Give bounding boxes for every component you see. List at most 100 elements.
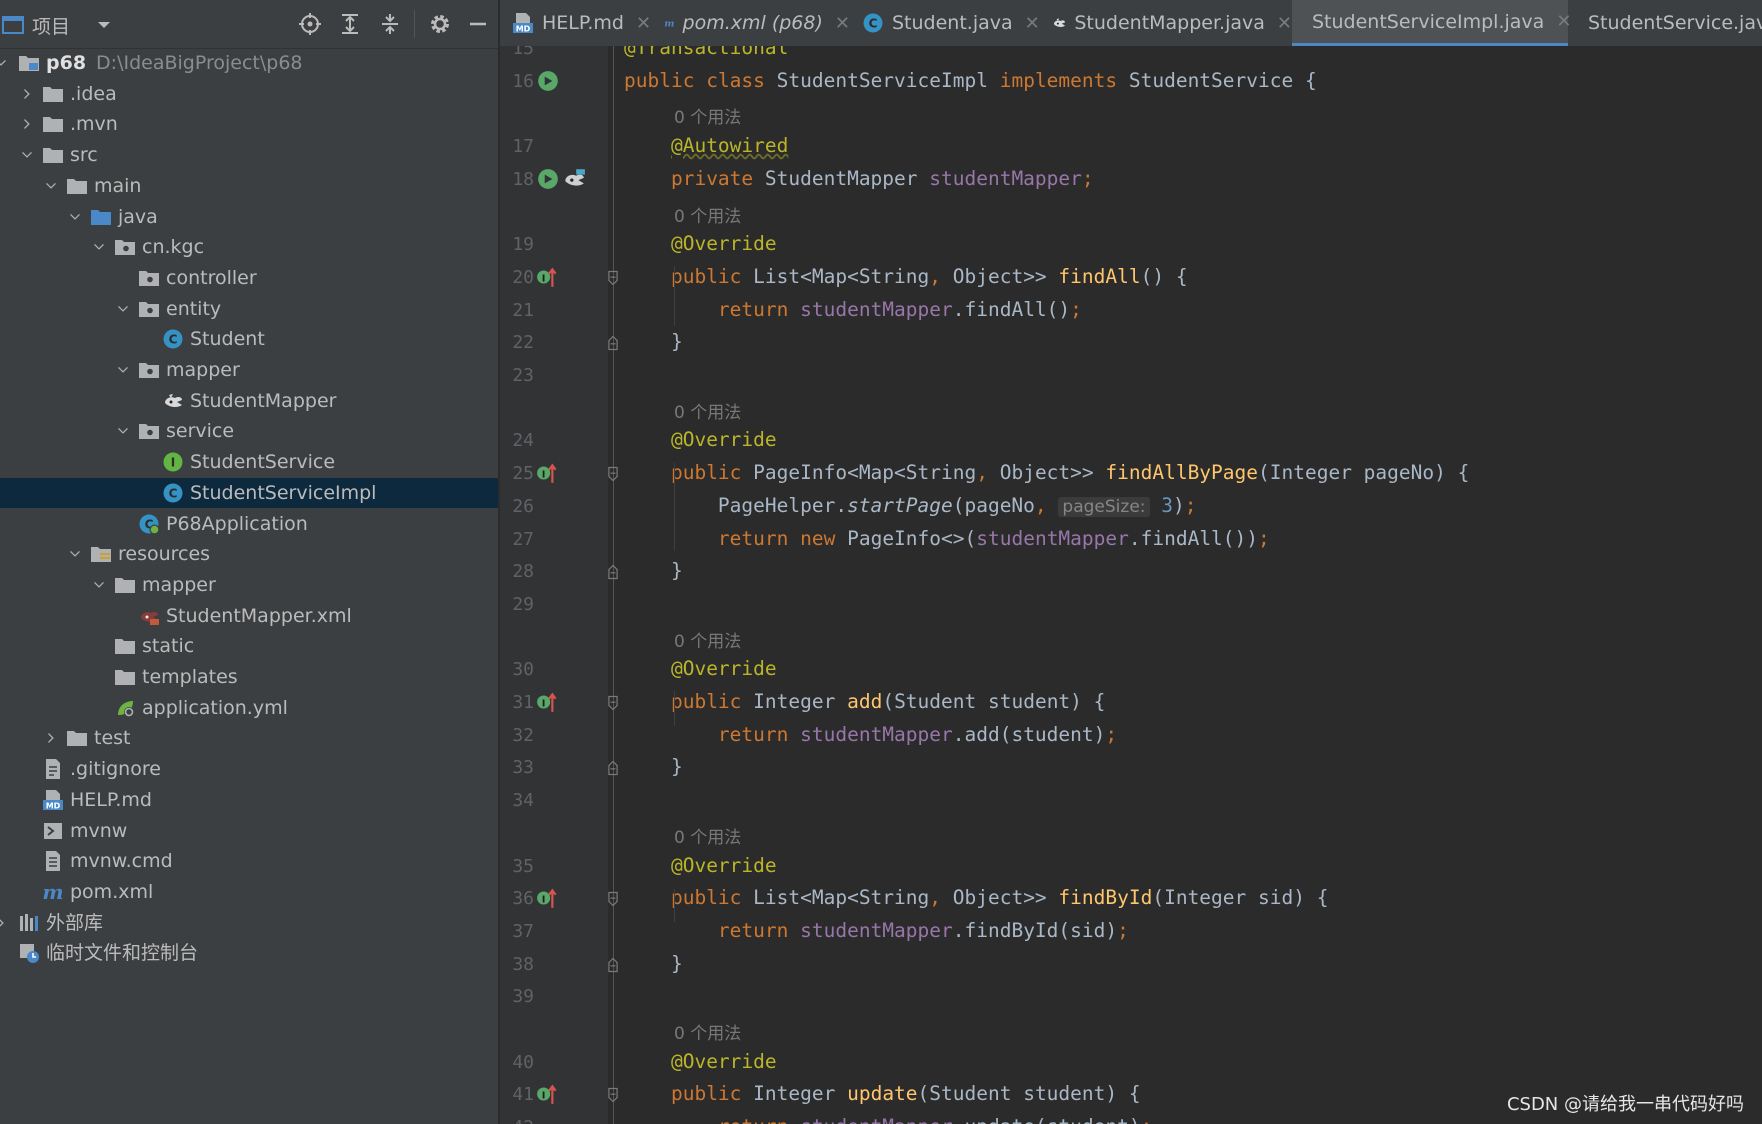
code-line[interactable]: return studentMapper.add(student);: [624, 723, 1117, 746]
chevron-down-icon[interactable]: [44, 179, 58, 193]
code-line[interactable]: @Override: [624, 657, 777, 680]
implements-method-icon[interactable]: I: [536, 1082, 560, 1106]
usage-hint[interactable]: 0 个用法: [674, 823, 741, 848]
expand-all-icon[interactable]: [338, 12, 362, 36]
tree-item[interactable]: 外部库: [0, 908, 498, 938]
chevron-right-icon[interactable]: [20, 117, 34, 131]
code-line[interactable]: return studentMapper.findById(sid);: [624, 919, 1129, 942]
code-line[interactable]: @Autowired: [624, 134, 788, 157]
implements-method-icon[interactable]: I: [536, 886, 560, 910]
tree-item[interactable]: cn.kgc: [0, 232, 498, 262]
tree-item[interactable]: mvnw: [0, 816, 498, 846]
hide-panel-icon[interactable]: [466, 12, 490, 36]
close-tab-icon[interactable]: ✕: [835, 13, 850, 34]
usage-hint[interactable]: 0 个用法: [674, 103, 741, 128]
chevron-down-icon[interactable]: [68, 210, 82, 224]
chevron-down-icon[interactable]: [92, 240, 106, 254]
tree-item[interactable]: m pom.xml: [0, 877, 498, 907]
code-line[interactable]: private StudentMapper studentMapper;: [624, 167, 1094, 190]
tree-item[interactable]: .mvn: [0, 109, 498, 139]
tree-item[interactable]: java: [0, 202, 498, 232]
tree-item[interactable]: entity: [0, 294, 498, 324]
tree-item[interactable]: mvnw.cmd: [0, 846, 498, 876]
implements-method-icon[interactable]: I: [536, 461, 560, 485]
code-line[interactable]: @Transactional: [624, 46, 788, 59]
code-line[interactable]: public class StudentServiceImpl implemen…: [624, 69, 1317, 92]
chevron-right-icon[interactable]: [0, 916, 8, 930]
fold-marker-icon[interactable]: [604, 465, 622, 483]
tree-item[interactable]: StudentMapper: [0, 386, 498, 416]
tree-item[interactable]: main: [0, 171, 498, 201]
code-line[interactable]: public List<Map<String, Object>> findByI…: [624, 886, 1328, 909]
tree-item[interactable]: .gitignore: [0, 754, 498, 784]
collapse-all-icon[interactable]: [378, 12, 402, 36]
tree-item[interactable]: StudentMapper.xml: [0, 601, 498, 631]
editor-tab[interactable]: C Student.java ✕: [850, 0, 1040, 46]
fold-end-icon[interactable]: [604, 956, 622, 974]
code-line[interactable]: public PageInfo<Map<String, Object>> fin…: [624, 461, 1469, 484]
tree-item[interactable]: C StudentServiceImpl: [0, 477, 498, 508]
tree-item[interactable]: service: [0, 416, 498, 446]
chevron-down-icon[interactable]: [68, 547, 82, 561]
run-gutter-icon[interactable]: [536, 69, 560, 93]
editor-tab[interactable]: m pom.xml (p68) ✕: [652, 0, 850, 46]
editor-tab[interactable]: StudentMapper.java ✕: [1040, 0, 1292, 46]
fold-end-icon[interactable]: [604, 759, 622, 777]
code-line[interactable]: }: [624, 330, 683, 353]
code-line[interactable]: @Override: [624, 232, 777, 255]
chevron-right-icon[interactable]: [20, 87, 34, 101]
tree-item[interactable]: resources: [0, 539, 498, 569]
chevron-down-icon[interactable]: [20, 148, 34, 162]
code-line[interactable]: }: [624, 952, 683, 975]
tree-item[interactable]: mapper: [0, 570, 498, 600]
tree-item[interactable]: MD HELP.md: [0, 785, 498, 815]
tree-item[interactable]: static: [0, 631, 498, 661]
mybatis-navigate-icon[interactable]: [562, 167, 586, 191]
chevron-right-icon[interactable]: [44, 731, 58, 745]
code-line[interactable]: }: [624, 559, 683, 582]
tree-item[interactable]: 临时文件和控制台: [0, 938, 498, 968]
code-line[interactable]: @Override: [624, 428, 777, 451]
code-line[interactable]: @Override: [624, 1050, 777, 1073]
code-line[interactable]: return studentMapper.update(student);: [624, 1115, 1152, 1124]
tree-item[interactable]: mapper: [0, 355, 498, 385]
editor-tab[interactable]: IStudentService.java: [1568, 0, 1762, 46]
chevron-down-icon[interactable]: [116, 363, 130, 377]
usage-hint[interactable]: 0 个用法: [674, 202, 741, 227]
tree-item[interactable]: application.yml: [0, 693, 498, 723]
gear-icon[interactable]: [428, 12, 452, 36]
code-line[interactable]: return studentMapper.findAll();: [624, 298, 1082, 321]
fold-marker-icon[interactable]: [604, 694, 622, 712]
fold-end-icon[interactable]: [604, 563, 622, 581]
fold-marker-icon[interactable]: [604, 890, 622, 908]
code-line[interactable]: public Integer add(Student student) {: [624, 690, 1105, 713]
code-line[interactable]: public List<Map<String, Object>> findAll…: [624, 265, 1188, 288]
tree-item[interactable]: src: [0, 140, 498, 170]
code-line[interactable]: @Override: [624, 854, 777, 877]
tree-item[interactable]: I StudentService: [0, 447, 498, 477]
fold-marker-icon[interactable]: [604, 1086, 622, 1104]
close-tab-icon[interactable]: ✕: [636, 13, 651, 34]
fold-marker-icon[interactable]: [604, 269, 622, 287]
close-tab-icon[interactable]: ✕: [1025, 13, 1040, 34]
code-line[interactable]: return new PageInfo<>(studentMapper.find…: [624, 527, 1270, 550]
run-gutter-icon[interactable]: [536, 167, 560, 191]
chevron-down-icon[interactable]: [96, 19, 112, 31]
tree-item[interactable]: C P68Application: [0, 509, 498, 539]
tree-item[interactable]: templates: [0, 662, 498, 692]
locate-target-icon[interactable]: [298, 12, 322, 36]
usage-hint[interactable]: 0 个用法: [674, 1019, 741, 1044]
implements-method-icon[interactable]: I: [536, 690, 560, 714]
tree-item[interactable]: C Student: [0, 324, 498, 354]
chevron-down-icon[interactable]: [92, 578, 106, 592]
code-line[interactable]: }: [624, 755, 683, 778]
usage-hint[interactable]: 0 个用法: [674, 398, 741, 423]
chevron-down-icon[interactable]: [0, 56, 8, 70]
editor-tab[interactable]: MD HELP.md ✕: [500, 0, 652, 46]
tree-item[interactable]: p68 D:\IdeaBigProject\p68: [0, 48, 498, 78]
implements-method-icon[interactable]: I: [536, 265, 560, 289]
project-view-selector[interactable]: 项目: [2, 14, 112, 38]
chevron-down-icon[interactable]: [116, 302, 130, 316]
tree-item[interactable]: .idea: [0, 79, 498, 109]
code-line[interactable]: public Integer update(Student student) {: [624, 1082, 1141, 1105]
